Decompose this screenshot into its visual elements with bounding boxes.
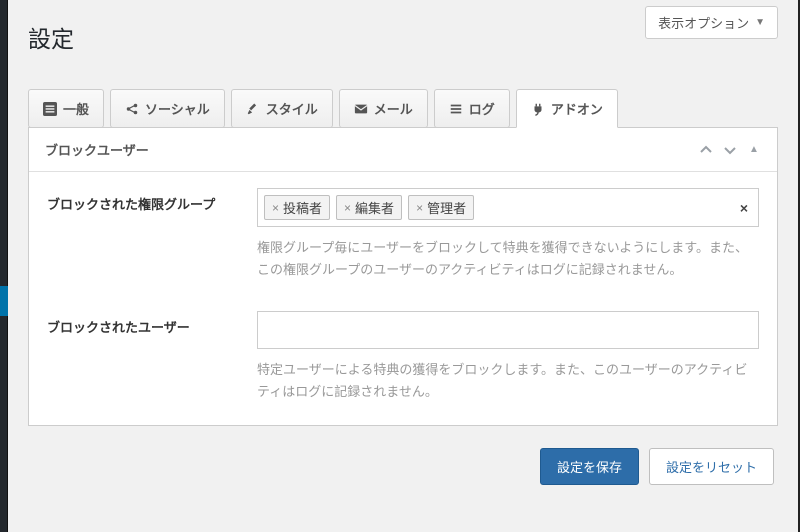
blocked-roles-input[interactable]: × 投稿者 × 編集者 × 管理者 × — [257, 188, 759, 227]
clear-all-icon[interactable]: × — [740, 200, 748, 216]
tab-label: ソーシャル — [145, 99, 210, 118]
move-down-icon[interactable] — [723, 143, 737, 157]
role-token[interactable]: × 投稿者 — [264, 195, 330, 220]
token-label: 投稿者 — [283, 198, 322, 217]
mail-icon — [354, 102, 368, 116]
tab-label: スタイル — [266, 99, 318, 118]
remove-token-icon[interactable]: × — [344, 201, 351, 215]
sliders-icon — [43, 102, 57, 116]
panel-header[interactable]: ブロックユーザー ▲ — [29, 128, 777, 172]
reset-button[interactable]: 設定をリセット — [649, 448, 774, 485]
remove-token-icon[interactable]: × — [416, 201, 423, 215]
list-icon — [449, 102, 463, 116]
blocked-roles-help: 権限グループ毎にユーザーをブロックして特典を獲得できないようにします。また、この… — [29, 227, 777, 281]
brush-icon — [246, 102, 260, 116]
token-label: 編集者 — [355, 198, 394, 217]
collapse-icon[interactable]: ▲ — [747, 143, 761, 157]
blocked-roles-label: ブロックされた権限グループ — [47, 188, 257, 227]
blocked-users-input[interactable] — [257, 311, 759, 349]
panel-title: ブロックユーザー — [45, 140, 149, 159]
role-token[interactable]: × 編集者 — [336, 195, 402, 220]
blocked-users-label: ブロックされたユーザー — [47, 311, 257, 349]
move-up-icon[interactable] — [699, 143, 713, 157]
token-label: 管理者 — [427, 198, 466, 217]
tabs: 一般 ソーシャル スタイル メール — [28, 89, 778, 128]
chevron-down-icon: ▼ — [755, 17, 765, 28]
tab-addon[interactable]: アドオン — [516, 89, 618, 128]
save-button[interactable]: 設定を保存 — [540, 448, 639, 485]
tab-style[interactable]: スタイル — [231, 89, 333, 128]
screen-options-button[interactable]: 表示オプション ▼ — [645, 6, 778, 39]
tab-email[interactable]: メール — [339, 89, 428, 128]
role-token[interactable]: × 管理者 — [408, 195, 474, 220]
share-icon — [125, 102, 139, 116]
tab-label: メール — [374, 99, 413, 118]
tab-social[interactable]: ソーシャル — [110, 89, 225, 128]
tab-log[interactable]: ログ — [434, 89, 510, 128]
tab-general[interactable]: 一般 — [28, 89, 104, 128]
screen-options-label: 表示オプション — [658, 13, 749, 32]
blocked-users-help: 特定ユーザーによる特典の獲得をブロックします。また、このユーザーのアクティビティ… — [29, 349, 777, 403]
admin-sidebar — [0, 0, 8, 532]
tab-label: アドオン — [551, 99, 603, 118]
settings-panel: ブロックユーザー ▲ ブロックされた権限グループ × — [28, 127, 778, 426]
sidebar-active-marker — [0, 286, 8, 316]
plug-icon — [531, 102, 545, 116]
remove-token-icon[interactable]: × — [272, 201, 279, 215]
tab-label: ログ — [469, 99, 495, 118]
tab-label: 一般 — [63, 99, 89, 118]
